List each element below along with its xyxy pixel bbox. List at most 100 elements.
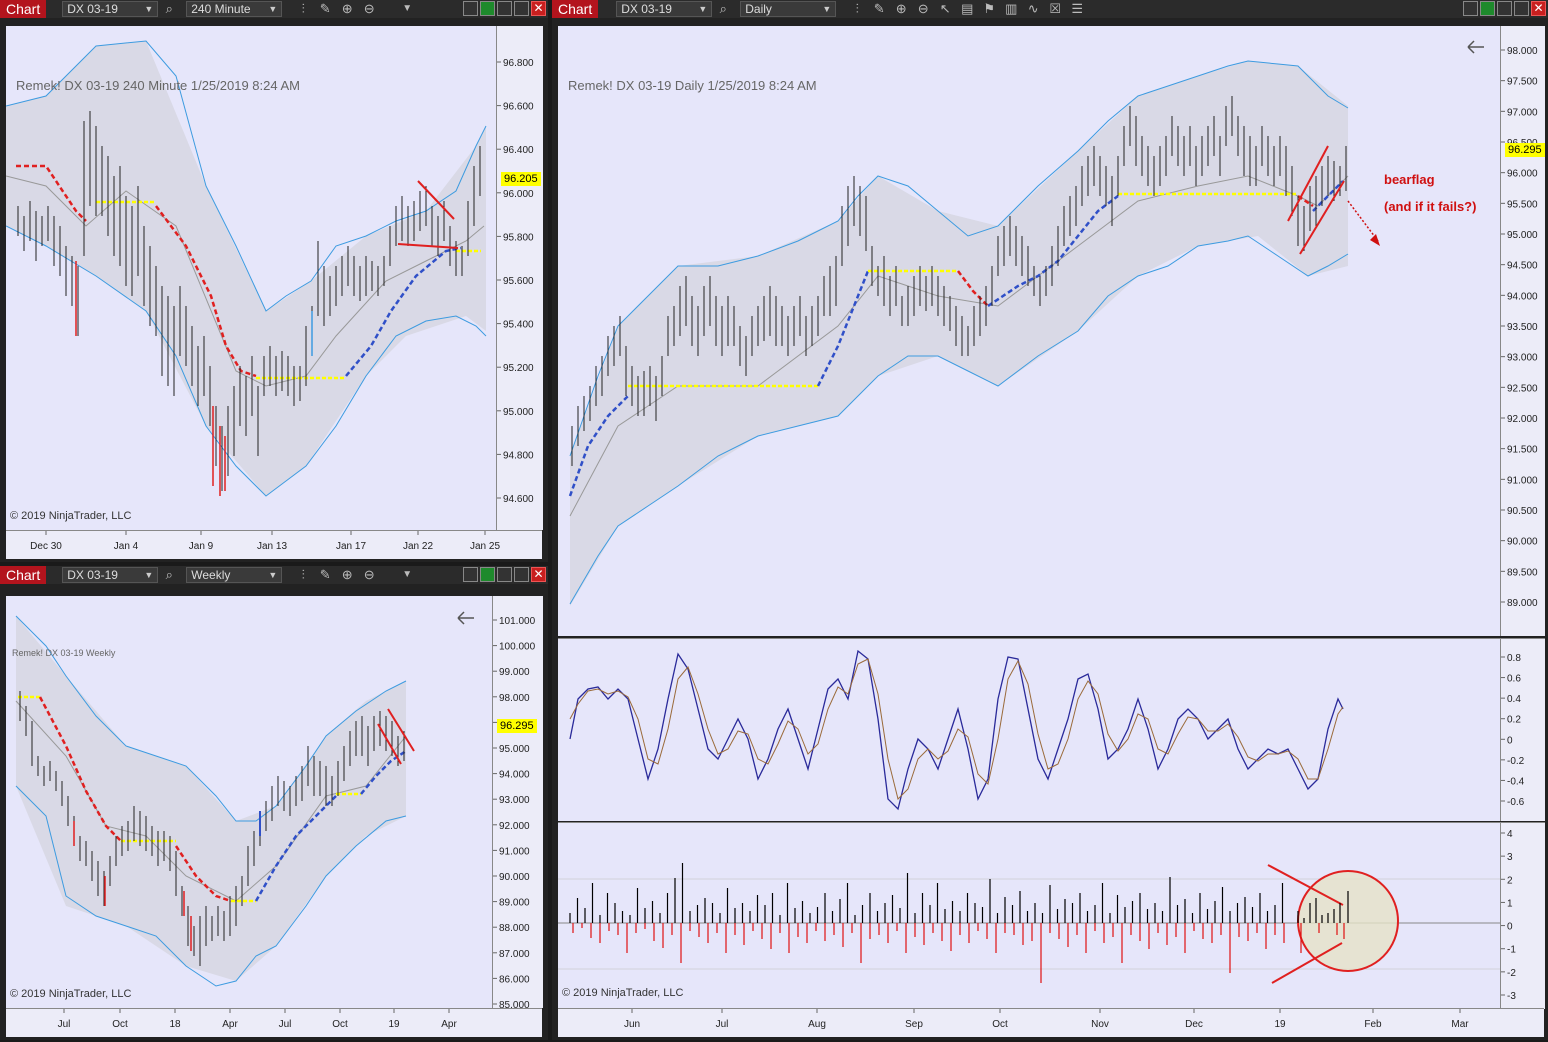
interval-selector[interactable]: Weekly ▼ xyxy=(186,567,283,583)
x-axis-ticks: Dec 30 Jan 4 Jan 9 Jan 13 Jan 17 Jan 22 Jan 25 xyxy=(30,531,500,552)
dropdown-arrow-icon[interactable]: ▼ xyxy=(396,566,418,584)
properties-icon[interactable]: ⚑ xyxy=(978,0,1000,18)
oscillator-y-ticks: 0.8 0.6 0.4 0.2 0 -0.2 -0.4 -0.6 xyxy=(1501,653,1525,808)
dropdown-arrow-icon[interactable]: ▼ xyxy=(396,0,418,18)
y-axis-weekly[interactable]: 101.000100.00099.00098.00097.00095.00094… xyxy=(492,596,543,1011)
search-icon[interactable]: ⌕ xyxy=(712,0,734,18)
data-box-icon[interactable]: ▤ xyxy=(956,0,978,18)
y-tick-label: 95.500 xyxy=(1507,199,1538,210)
x-tick-label: Dec xyxy=(1185,1019,1203,1030)
draw-tool-icon[interactable]: ✎ xyxy=(314,566,336,584)
y-tick-label: 96.400 xyxy=(503,145,534,156)
window-link-color-button[interactable] xyxy=(480,1,495,16)
chart-title: Remek! DX 03-19 Weekly xyxy=(12,648,116,658)
y-tick-label: 90.000 xyxy=(499,872,530,883)
bar-type-icon[interactable]: ⫶ xyxy=(292,566,314,584)
strategies-icon[interactable]: ∿ xyxy=(1022,0,1044,18)
price-panel-240min[interactable]: Remek! DX 03-19 240 Minute 1/25/2019 8:2… xyxy=(6,26,496,530)
window-link-button[interactable] xyxy=(463,1,478,16)
y-tick-label: 0.2 xyxy=(1507,715,1521,726)
oscillator-chart xyxy=(569,649,1344,811)
chart-tab[interactable]: Chart xyxy=(0,566,47,584)
x-tick-label: Dec 30 xyxy=(30,541,62,552)
oscillator-y-axis[interactable]: 0.8 0.6 0.4 0.2 0 -0.2 -0.4 -0.6 xyxy=(1500,638,1545,821)
toolbar-240min: Chart DX 03-19 ▼ ⌕ 240 Minute ▼ ⫶ ✎ ⊕ ⊖ ▼ … xyxy=(0,0,548,18)
window-link-color-button[interactable] xyxy=(480,567,495,582)
chart-tab[interactable]: Chart xyxy=(0,0,47,18)
draw-tool-icon[interactable]: ✎ xyxy=(314,0,336,18)
y-tick-label: 91.500 xyxy=(1507,445,1538,456)
close-button[interactable]: ✕ xyxy=(1531,1,1546,16)
search-icon[interactable]: ⌕ xyxy=(158,0,180,18)
instrument-selector[interactable]: DX 03-19 ▼ xyxy=(62,1,159,17)
minimize-button[interactable] xyxy=(497,1,512,16)
keltner-band xyxy=(570,61,1348,606)
x-axis-240min[interactable]: Dec 30 Jan 4 Jan 9 Jan 13 Jan 17 Jan 22 Jan 25 xyxy=(6,530,542,559)
bar-type-icon[interactable]: ⫶ xyxy=(846,0,868,18)
x-tick-label: 19 xyxy=(1274,1019,1286,1030)
zoom-in-icon[interactable]: ⊕ xyxy=(336,0,358,18)
x-tick-label: Apr xyxy=(441,1019,457,1030)
toolbar-weekly: Chart DX 03-19 ▼ ⌕ Weekly ▼ ⫶ ✎ ⊕ ⊖ ▼ ✕ xyxy=(0,566,548,584)
indicators-icon[interactable]: ▥ xyxy=(1000,0,1022,18)
x-axis-weekly[interactable]: Jul Oct 18 Apr Jul Oct 19 Apr xyxy=(6,1008,542,1037)
y-tick-label: 0 xyxy=(1507,922,1513,933)
minimize-button[interactable] xyxy=(1497,1,1512,16)
copyright-label: © 2019 NinjaTrader, LLC xyxy=(562,987,684,999)
zoom-out-icon[interactable]: ⊖ xyxy=(358,0,380,18)
chart-window-240min: Chart DX 03-19 ▼ ⌕ 240 Minute ▼ ⫶ ✎ ⊕ ⊖ ▼ … xyxy=(0,0,548,562)
x-tick-label: Apr xyxy=(222,1019,238,1030)
y-tick-label: 0 xyxy=(1507,735,1513,746)
maximize-button[interactable] xyxy=(1514,1,1529,16)
maximize-button[interactable] xyxy=(514,1,529,16)
minimize-button[interactable] xyxy=(497,567,512,582)
volume-y-axis[interactable]: 4 3 2 1 0 -1 -2 -3 xyxy=(1500,822,1545,1009)
chart-tab[interactable]: Chart xyxy=(552,0,599,18)
zoom-in-icon[interactable]: ⊕ xyxy=(890,0,912,18)
chevron-down-icon: ▼ xyxy=(698,4,708,14)
window-link-color-button[interactable] xyxy=(1480,1,1495,16)
instrument-label: DX 03-19 xyxy=(67,2,118,16)
zoom-out-icon[interactable]: ⊖ xyxy=(358,566,380,584)
oscillator-panel[interactable] xyxy=(558,638,1500,821)
window-link-button[interactable] xyxy=(1463,1,1478,16)
templates-icon[interactable]: ☒ xyxy=(1044,0,1066,18)
instrument-selector[interactable]: DX 03-19 ▼ xyxy=(616,1,713,17)
interval-selector[interactable]: 240 Minute ▼ xyxy=(186,1,283,17)
window-link-button[interactable] xyxy=(463,567,478,582)
instrument-label: DX 03-19 xyxy=(621,2,672,16)
chart-window-daily: Chart DX 03-19 ▼ ⌕ Daily ▼ ⫶ ✎ ⊕ ⊖ ↖ ▤ ⚑ ▥… xyxy=(552,0,1548,1040)
maximize-button[interactable] xyxy=(514,567,529,582)
bar-type-icon[interactable]: ⫶ xyxy=(292,0,314,18)
draw-tool-icon[interactable]: ✎ xyxy=(868,0,890,18)
volume-chart xyxy=(558,863,1500,984)
volume-y-ticks: 4 3 2 1 0 -1 -2 -3 xyxy=(1501,829,1516,1002)
chart-window-weekly: Chart DX 03-19 ▼ ⌕ Weekly ▼ ⫶ ✎ ⊕ ⊖ ▼ ✕ xyxy=(0,566,548,1040)
y-tick-label: 96.800 xyxy=(503,58,534,69)
y-tick-label: 95.200 xyxy=(503,363,534,374)
interval-selector[interactable]: Daily ▼ xyxy=(740,1,837,17)
y-axis-240min[interactable]: 96.800 96.600 96.400 96.000 95.800 95.600 95.4… xyxy=(496,26,543,530)
y-tick-label: 89.500 xyxy=(1507,567,1538,578)
y-tick-label: 91.000 xyxy=(499,846,530,857)
y-axis-daily[interactable]: 98.00097.50097.00096.50096.00095.50095.0… xyxy=(1500,26,1545,636)
zoom-out-icon[interactable]: ⊖ xyxy=(912,0,934,18)
pointer-icon[interactable]: ↖ xyxy=(934,0,956,18)
y-tick-label: 92.000 xyxy=(1507,414,1538,425)
search-icon[interactable]: ⌕ xyxy=(158,566,180,584)
volume-panel[interactable]: © 2019 NinjaTrader, LLC xyxy=(558,822,1500,1009)
menu-icon[interactable]: ☰ xyxy=(1066,0,1088,18)
zoom-in-icon[interactable]: ⊕ xyxy=(336,566,358,584)
y-tick-label: -0.2 xyxy=(1507,756,1525,767)
last-price-tag: 96.205 xyxy=(501,172,541,186)
y-tick-label: 93.500 xyxy=(1507,322,1538,333)
price-panel-daily[interactable]: Remek! DX 03-19 Daily 1/25/2019 8:24 AM … xyxy=(558,26,1500,636)
price-chart-240min xyxy=(6,40,487,497)
x-axis-daily[interactable]: Jun Jul Aug Sep Oct Nov Dec 19 Feb Mar xyxy=(558,1008,1544,1037)
close-button[interactable]: ✕ xyxy=(531,1,546,16)
price-panel-weekly[interactable]: Remek! DX 03-19 Weekly © 2019 NinjaTrade… xyxy=(6,596,492,1008)
instrument-selector[interactable]: DX 03-19 ▼ xyxy=(62,567,159,583)
x-tick-label: Oct xyxy=(992,1019,1008,1030)
interval-label: Weekly xyxy=(191,568,231,582)
close-button[interactable]: ✕ xyxy=(531,567,546,582)
